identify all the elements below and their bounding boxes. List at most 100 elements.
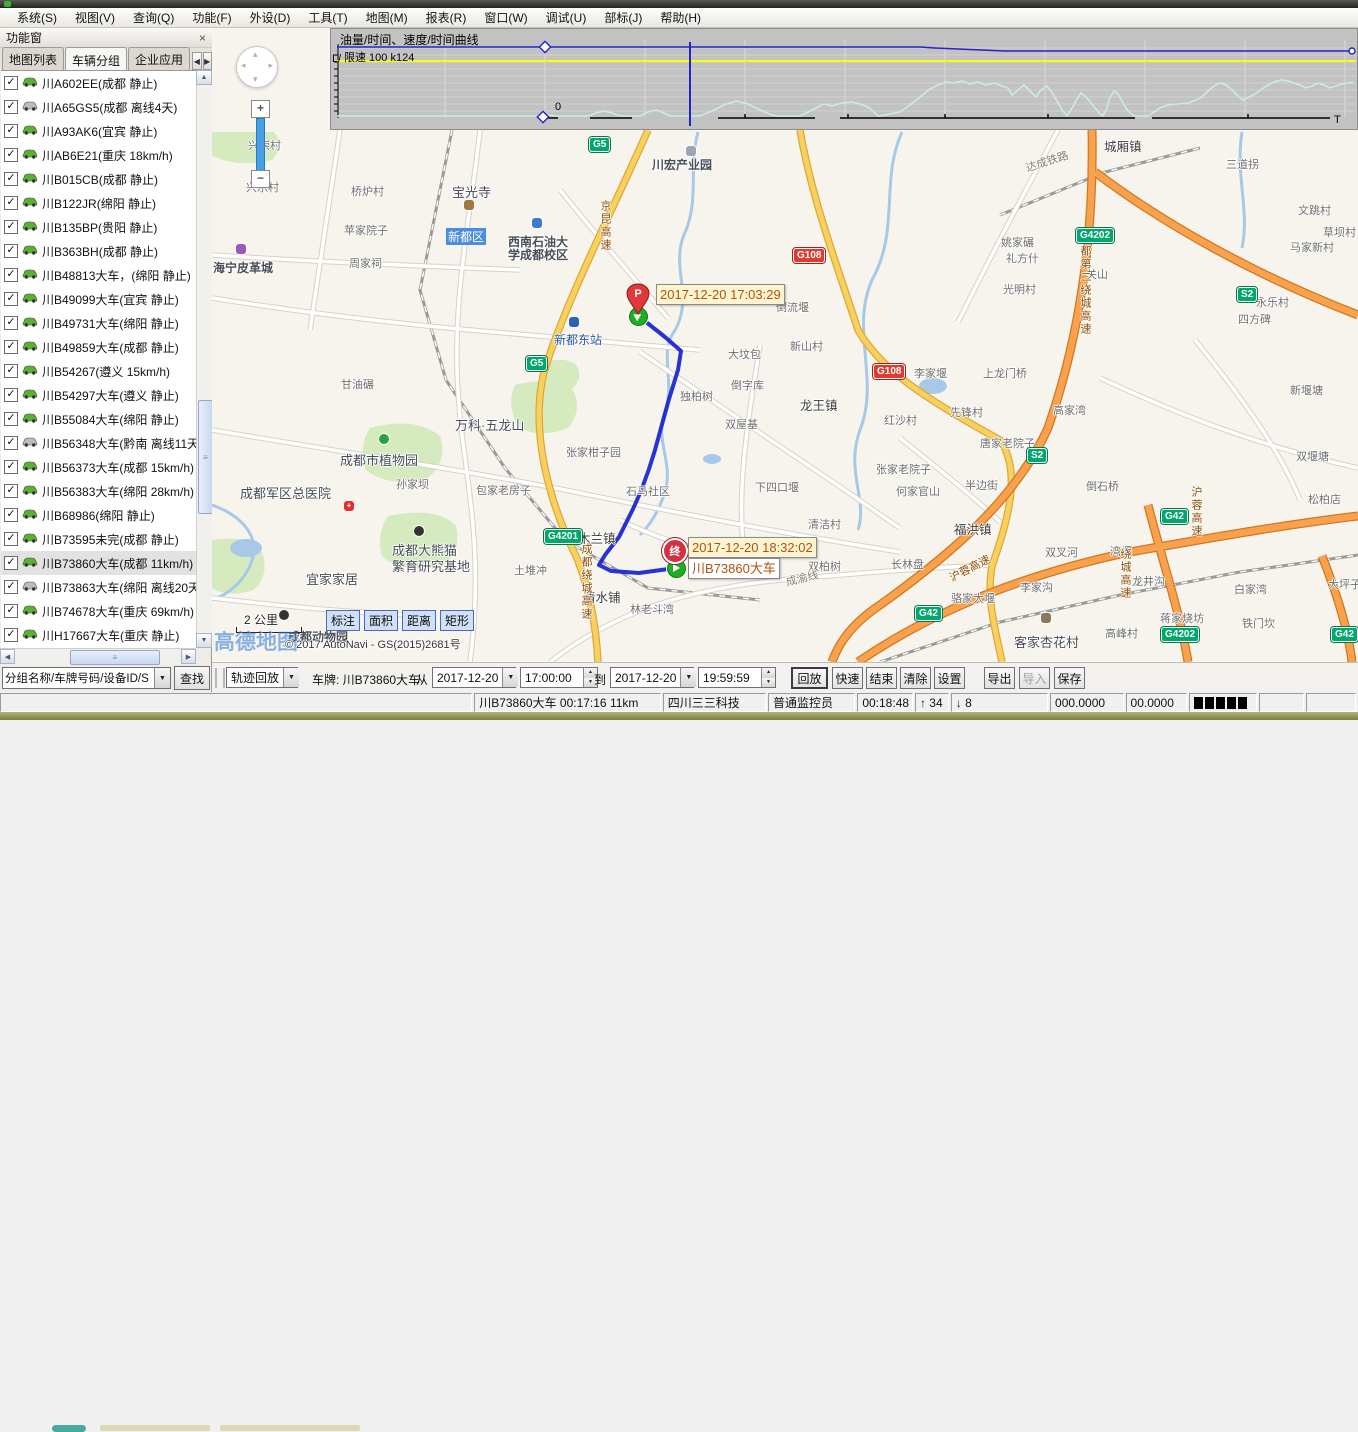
horizontal-scrollbar[interactable]: ◀ ≡ ▶ [0, 648, 196, 665]
vehicle-checkbox[interactable]: ✓ [4, 244, 18, 258]
vehicle-row[interactable]: ✓川B49859大车(成都 静止) [1, 335, 196, 359]
vehicle-checkbox[interactable]: ✓ [4, 268, 18, 282]
vehicle-row[interactable]: ✓川B49099大车(宜宾 静止) [1, 287, 196, 311]
vehicle-row[interactable]: ✓川B73863大车(绵阳 离线20天) [1, 575, 196, 599]
zoom-slider[interactable] [256, 118, 265, 172]
search-input[interactable]: 分组名称/车牌号码/设备ID/S ▼ [2, 667, 171, 689]
vehicle-row[interactable]: ✓川B56383大车(绵阳 28km/h) [1, 479, 196, 503]
search-button[interactable]: 查找 [174, 666, 210, 690]
pan-up-icon[interactable]: ▴ [253, 49, 258, 60]
vehicle-checkbox[interactable]: ✓ [4, 628, 18, 642]
tab-车辆分组[interactable]: 车辆分组 [65, 47, 127, 71]
vehicle-row[interactable]: ✓川AB6E21(重庆 18km/h) [1, 143, 196, 167]
toolbar-grip[interactable] [215, 668, 225, 688]
measure-tool-面积[interactable]: 面积 [364, 610, 398, 631]
vehicle-checkbox[interactable]: ✓ [4, 172, 18, 186]
scrollbar-thumb[interactable]: ≡ [198, 400, 213, 514]
scroll-left-icon[interactable]: ◀ [0, 649, 15, 664]
time-to-stepper[interactable]: 19:59:59 ▲▼ [698, 667, 776, 688]
vehicle-checkbox[interactable]: ✓ [4, 436, 18, 450]
playback-button-设置[interactable]: 设置 [934, 667, 965, 689]
spinner-icons[interactable]: ▲▼ [761, 668, 775, 687]
playback-button-回放[interactable]: 回放 [791, 667, 828, 689]
date-to-select[interactable]: 2017-12-20 ▼ [610, 667, 694, 688]
menu-item[interactable]: 窗口(W) [475, 7, 536, 28]
menu-item[interactable]: 系统(S) [8, 7, 66, 28]
vehicle-row[interactable]: ✓川B363BH(成都 静止) [1, 239, 196, 263]
vehicle-checkbox[interactable]: ✓ [4, 220, 18, 234]
chevron-down-icon[interactable]: ▼ [283, 668, 299, 687]
menu-item[interactable]: 工具(T) [299, 7, 356, 28]
tab-scroll-right-icon[interactable]: ▶ [203, 52, 212, 70]
menu-item[interactable]: 部标(J) [595, 7, 651, 28]
vehicle-row[interactable]: ✓川B56373大车(成都 15km/h) [1, 455, 196, 479]
scroll-up-icon[interactable]: ▲ [196, 70, 212, 85]
map-pan-control[interactable]: ▴ ▾ ◂ ▸ [236, 46, 278, 88]
playback-button-结束[interactable]: 结束 [866, 667, 897, 689]
vehicle-row[interactable]: ✓川B55084大车(绵阳 静止) [1, 407, 196, 431]
vehicle-checkbox[interactable]: ✓ [4, 580, 18, 594]
vehicle-checkbox[interactable]: ✓ [4, 100, 18, 114]
vertical-scrollbar[interactable]: ▲ ≡ ▼ [196, 70, 213, 648]
end-badge-marker[interactable]: 终 [662, 538, 688, 564]
vehicle-checkbox[interactable]: ✓ [4, 556, 18, 570]
vehicle-checkbox[interactable]: ✓ [4, 316, 18, 330]
measure-tool-标注[interactable]: 标注 [326, 610, 360, 631]
vehicle-row[interactable]: ✓川B48813大车，(绵阳 静止) [1, 263, 196, 287]
playback-mode-select[interactable]: 轨迹回放 ▼ [226, 667, 298, 688]
pan-down-icon[interactable]: ▾ [253, 74, 258, 85]
vehicle-checkbox[interactable]: ✓ [4, 364, 18, 378]
measure-tool-距离[interactable]: 距离 [402, 610, 436, 631]
tab-地图列表[interactable]: 地图列表 [2, 47, 64, 70]
menu-item[interactable]: 视图(V) [66, 7, 124, 28]
tab-企业应用[interactable]: 企业应用 [128, 47, 190, 70]
vehicle-row[interactable]: ✓川B49731大车(绵阳 静止) [1, 311, 196, 335]
menu-item[interactable]: 功能(F) [183, 7, 240, 28]
vehicle-row[interactable]: ✓川B73860大车(成都 11km/h) [1, 551, 196, 575]
vehicle-checkbox[interactable]: ✓ [4, 76, 18, 90]
zoom-in-button[interactable]: + [251, 100, 270, 118]
vehicle-checkbox[interactable]: ✓ [4, 148, 18, 162]
chevron-down-icon[interactable]: ▼ [502, 668, 518, 687]
menu-item[interactable]: 帮助(H) [651, 7, 710, 28]
menu-item[interactable]: 报表(R) [417, 7, 476, 28]
vehicle-row[interactable]: ✓川A93AK6(宜宾 静止) [1, 119, 196, 143]
vehicle-checkbox[interactable]: ✓ [4, 196, 18, 210]
vehicle-checkbox[interactable]: ✓ [4, 340, 18, 354]
scroll-down-icon[interactable]: ▼ [196, 633, 212, 648]
vehicle-row[interactable]: ✓川B74678大车(重庆 69km/h) [1, 599, 196, 623]
tab-scroll-left-icon[interactable]: ◀ [192, 52, 201, 70]
playback-button-导出[interactable]: 导出 [984, 667, 1015, 689]
measure-tool-矩形[interactable]: 矩形 [440, 610, 474, 631]
menu-item[interactable]: 查询(Q) [124, 7, 183, 28]
close-icon[interactable]: × [199, 31, 206, 45]
pan-right-icon[interactable]: ▸ [268, 60, 273, 71]
vehicle-checkbox[interactable]: ✓ [4, 412, 18, 426]
chart-plot[interactable] [331, 29, 1357, 129]
pan-left-icon[interactable]: ◂ [241, 60, 246, 71]
playback-button-清除[interactable]: 清除 [900, 667, 931, 689]
scroll-right-icon[interactable]: ▶ [181, 649, 196, 664]
date-from-select[interactable]: 2017-12-20 ▼ [432, 667, 516, 688]
vehicle-row[interactable]: ✓川B54297大车(遵义 静止) [1, 383, 196, 407]
chevron-down-icon[interactable]: ▼ [680, 668, 696, 687]
menu-item[interactable]: 外设(D) [241, 7, 300, 28]
playback-button-快速[interactable]: 快速 [832, 667, 863, 689]
vehicle-row[interactable]: ✓川B54267(遵义 15km/h) [1, 359, 196, 383]
playback-button-保存[interactable]: 保存 [1054, 667, 1085, 689]
chevron-down-icon[interactable]: ▼ [154, 668, 170, 688]
menu-item[interactable]: 地图(M) [357, 7, 417, 28]
vehicle-row[interactable]: ✓川B122JR(绵阳 静止) [1, 191, 196, 215]
vehicle-row[interactable]: ✓川A602EE(成都 静止) [1, 71, 196, 95]
vehicle-checkbox[interactable]: ✓ [4, 604, 18, 618]
vehicle-checkbox[interactable]: ✓ [4, 532, 18, 546]
vehicle-checkbox[interactable]: ✓ [4, 460, 18, 474]
time-from-stepper[interactable]: 17:00:00 ▲▼ [520, 667, 598, 688]
vehicle-checkbox[interactable]: ✓ [4, 124, 18, 138]
vehicle-row[interactable]: ✓川A65GS5(成都 离线4天) [1, 95, 196, 119]
vehicle-row[interactable]: ✓川B56348大车(黔南 离线11天) [1, 431, 196, 455]
vehicle-checkbox[interactable]: ✓ [4, 292, 18, 306]
zoom-out-button[interactable]: − [251, 170, 270, 188]
menu-item[interactable]: 调试(U) [537, 7, 596, 28]
vehicle-row[interactable]: ✓川H17667大车(重庆 静止) [1, 623, 196, 647]
